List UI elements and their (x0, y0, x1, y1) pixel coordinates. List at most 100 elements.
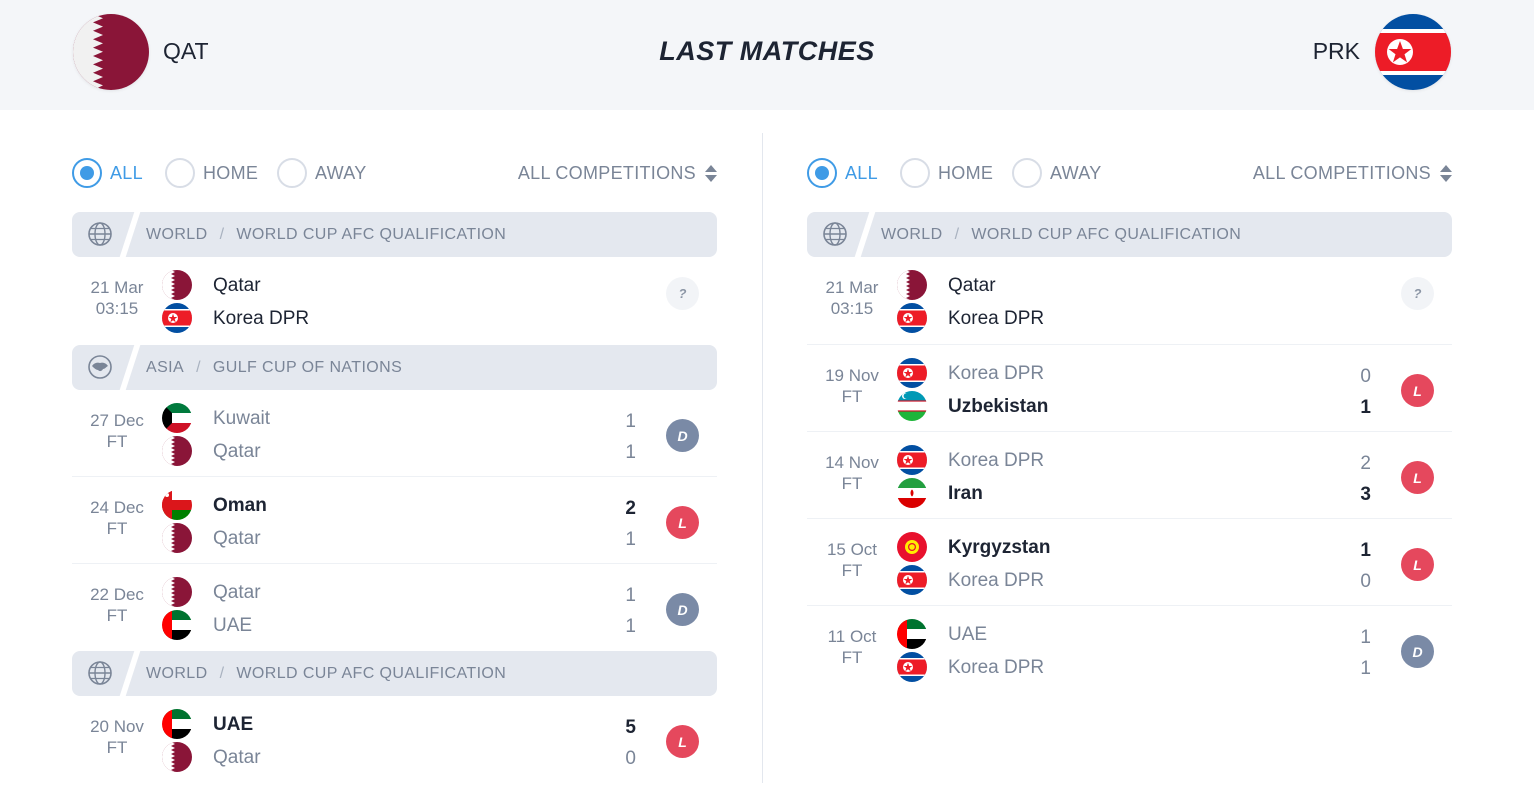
result-badge: L (1401, 548, 1434, 581)
sort-icon (1440, 165, 1452, 182)
match-row[interactable]: 19 Nov FT Korea DPR Uzbekistan 0 1 L (807, 345, 1452, 432)
team2-name: Uzbekistan (948, 396, 1049, 417)
team2-score: 1 (625, 442, 636, 463)
competition-name[interactable]: GULF CUP OF NATIONS (213, 359, 402, 377)
match-row[interactable]: 20 Nov FT UAE Qatar 5 0 L (72, 696, 717, 783)
team1-name: Korea DPR (948, 450, 1045, 471)
match-date: 22 Dec FT (90, 585, 144, 625)
competition-name[interactable]: WORLD CUP AFC QUALIFICATION (236, 226, 506, 244)
team1-name: Qatar (213, 275, 261, 296)
result-badge: L (1401, 461, 1434, 494)
team1-score: 0 (1360, 366, 1371, 387)
radio-checked-icon (72, 158, 102, 188)
match-date: 21 Mar 03:15 (90, 278, 144, 318)
team2-name: Korea DPR (948, 308, 1045, 329)
sort-icon (705, 165, 717, 182)
korea-dpr-flag-icon (897, 652, 927, 682)
match-row[interactable]: 15 Oct FT Kyrgyzstan Korea DPR 1 0 L (807, 519, 1452, 606)
radio-unchecked-icon (900, 158, 930, 188)
asia-map-icon (88, 355, 112, 379)
competition-select-label: ALL COMPETITIONS (1252, 163, 1431, 183)
uae-flag-icon (162, 709, 192, 739)
away-team-flag-icon (1375, 14, 1451, 90)
competition-breadcrumb: WORLD / WORLD CUP AFC QUALIFICATION (146, 665, 507, 683)
filter-home-label: HOME (938, 162, 994, 183)
radio-unchecked-icon (1012, 158, 1042, 188)
filter-all-radio[interactable]: ALL (72, 158, 143, 188)
page-title: LAST MATCHES (659, 36, 875, 66)
team2-score: 0 (625, 748, 636, 769)
korea-dpr-flag-icon (897, 358, 927, 388)
korea-dpr-flag-icon (897, 445, 927, 475)
result-badge: L (666, 506, 699, 539)
away-team-code: PRK (1312, 38, 1360, 64)
competition-select[interactable]: ALL COMPETITIONS (518, 163, 717, 184)
radio-unchecked-icon (165, 158, 195, 188)
filter-away-label: AWAY (1050, 162, 1102, 183)
competition-region: WORLD (146, 665, 208, 682)
result-badge: L (1401, 374, 1434, 407)
match-date: 15 Oct FT (826, 540, 878, 580)
team1-name: Korea DPR (948, 363, 1045, 384)
match-date: 24 Dec FT (90, 498, 144, 538)
globe-icon (88, 661, 112, 685)
column-divider (762, 133, 763, 783)
result-badge: ? (1401, 277, 1434, 310)
team1-score: 2 (625, 498, 636, 519)
competition-header: WORLD / WORLD CUP AFC QUALIFICATION (72, 212, 717, 257)
team2-name: Qatar (213, 528, 261, 549)
filter-away-radio[interactable]: AWAY (1012, 158, 1102, 188)
qatar-flag-icon (162, 270, 192, 300)
radio-checked-icon (807, 158, 837, 188)
team1-score: 5 (625, 717, 636, 738)
qatar-flag-icon (162, 523, 192, 553)
away-last-matches-panel: ALL HOME AWAY ALL COMPETITIONS WORLD / W… (807, 150, 1452, 693)
team2-name: Korea DPR (948, 657, 1045, 678)
team2-name: UAE (213, 615, 253, 636)
competition-breadcrumb: WORLD / WORLD CUP AFC QUALIFICATION (146, 226, 507, 244)
match-row[interactable]: 21 Mar 03:15 Qatar Korea DPR ? (807, 257, 1452, 345)
competition-select-label: ALL COMPETITIONS (517, 163, 696, 183)
team2-score: 3 (1360, 484, 1371, 505)
radio-unchecked-icon (277, 158, 307, 188)
match-row[interactable]: 21 Mar 03:15 Qatar Korea DPR ? (72, 257, 717, 345)
filter-all-label: ALL (110, 162, 143, 183)
filter-away-label: AWAY (315, 162, 367, 183)
filter-home-label: HOME (203, 162, 259, 183)
competition-region: WORLD (881, 226, 943, 243)
competition-breadcrumb: WORLD / WORLD CUP AFC QUALIFICATION (881, 226, 1242, 244)
team1-name: Qatar (213, 582, 261, 603)
match-date: 11 Oct FT (827, 627, 877, 667)
competition-select[interactable]: ALL COMPETITIONS (1253, 163, 1452, 184)
uae-flag-icon (897, 619, 927, 649)
filter-away-radio[interactable]: AWAY (277, 158, 367, 188)
result-badge: L (666, 725, 699, 758)
match-date: 21 Mar 03:15 (825, 278, 879, 318)
globe-icon (823, 222, 847, 246)
team1-name: Oman (213, 495, 267, 516)
match-row[interactable]: 22 Dec FT Qatar UAE 1 1 D (72, 564, 717, 651)
iran-flag-icon (897, 478, 927, 508)
kuwait-flag-icon (162, 403, 192, 433)
match-date: 14 Nov FT (825, 453, 879, 493)
kyrgyzstan-flag-icon (897, 532, 927, 562)
result-badge: ? (666, 277, 699, 310)
filter-all-radio[interactable]: ALL (807, 158, 878, 188)
team1-name: Qatar (948, 275, 996, 296)
filter-home-radio[interactable]: HOME (900, 158, 993, 188)
match-row[interactable]: 14 Nov FT Korea DPR Iran 2 3 L (807, 432, 1452, 519)
result-badge: D (1401, 635, 1434, 668)
qatar-flag-icon (162, 742, 192, 772)
competition-header: WORLD / WORLD CUP AFC QUALIFICATION (807, 212, 1452, 257)
filter-home-radio[interactable]: HOME (165, 158, 258, 188)
match-row[interactable]: 24 Dec FT Oman Qatar 2 1 L (72, 477, 717, 564)
team1-score: 1 (1360, 540, 1371, 561)
team2-name: Qatar (213, 747, 261, 768)
match-date: 19 Nov FT (825, 366, 879, 406)
team1-name: UAE (948, 624, 988, 645)
competition-name[interactable]: WORLD CUP AFC QUALIFICATION (236, 665, 506, 683)
match-row[interactable]: 11 Oct FT UAE Korea DPR 1 1 D (807, 606, 1452, 693)
korea-dpr-flag-icon (897, 303, 927, 333)
match-row[interactable]: 27 Dec FT Kuwait Qatar 1 1 D (72, 390, 717, 477)
competition-name[interactable]: WORLD CUP AFC QUALIFICATION (971, 226, 1241, 244)
